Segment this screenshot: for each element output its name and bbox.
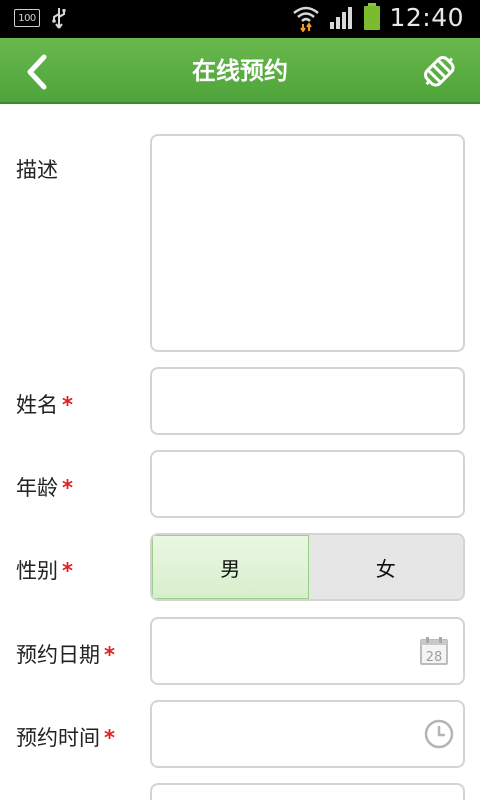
date-label: 预约日期 * [16, 639, 115, 669]
gender-label-text: 性别 [16, 559, 58, 583]
battery-icon [364, 3, 381, 30]
name-label-text: 姓名 [16, 393, 58, 417]
required-mark: * [62, 476, 73, 500]
age-label-text: 年龄 [16, 476, 58, 500]
required-mark: * [62, 559, 73, 583]
header-bar: 在线预约 [0, 38, 480, 104]
calendar-icon[interactable]: 28 [419, 636, 449, 666]
handshake-icon[interactable] [418, 50, 462, 94]
gender-label: 性别 * [16, 555, 73, 585]
calendar-day-text: 28 [426, 650, 443, 665]
next-field-partial[interactable] [150, 783, 465, 800]
required-mark: * [104, 726, 115, 750]
age-input[interactable] [150, 450, 465, 518]
status-bar: 100 12:40 [0, 0, 480, 38]
description-label: 描述 [16, 154, 58, 184]
battery-level-text: 100 [18, 12, 36, 24]
time-label: 预约时间 * [16, 722, 115, 752]
page-title: 在线预约 [192, 57, 288, 85]
date-input[interactable]: 28 [150, 617, 465, 685]
required-mark: * [104, 643, 115, 667]
clock-icon[interactable] [423, 718, 455, 750]
description-label-text: 描述 [16, 158, 58, 182]
gender-option-male[interactable]: 男 [152, 535, 309, 599]
required-mark: * [62, 393, 73, 417]
gender-option-female[interactable]: 女 [308, 535, 463, 599]
status-clock: 12:40 [389, 2, 464, 32]
description-input[interactable] [150, 134, 465, 352]
usb-icon [52, 8, 66, 29]
gender-selector: 男 女 [150, 533, 465, 601]
signal-icon [330, 7, 353, 29]
time-input[interactable] [150, 700, 465, 768]
wifi-icon [293, 6, 320, 32]
name-label: 姓名 * [16, 389, 73, 419]
age-label: 年龄 * [16, 472, 73, 502]
name-input[interactable] [150, 367, 465, 435]
date-label-text: 预约日期 [16, 643, 100, 667]
time-label-text: 预约时间 [16, 726, 100, 750]
battery-level-icon: 100 [14, 9, 40, 27]
